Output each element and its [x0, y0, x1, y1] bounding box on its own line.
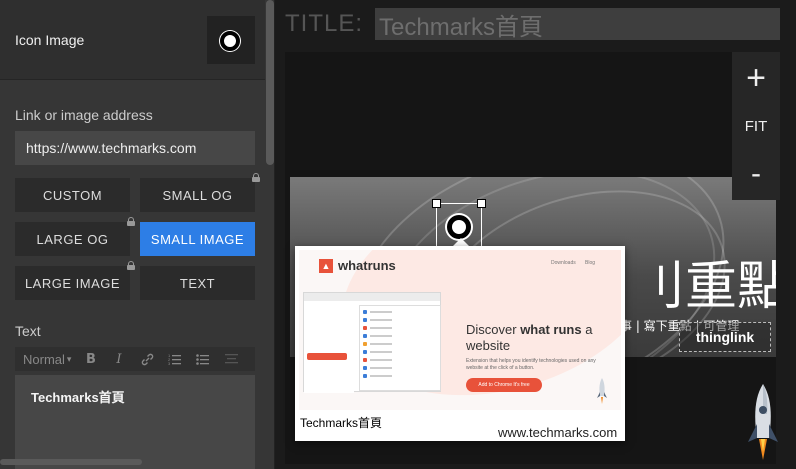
whatruns-logo: ▲ whatruns	[319, 258, 396, 273]
zoom-out-button[interactable]: -	[732, 154, 780, 194]
link-icon[interactable]	[133, 347, 161, 371]
large-og-button[interactable]: LARGE OG	[15, 222, 130, 256]
format-value: Normal	[23, 351, 65, 367]
rocket-icon[interactable]	[748, 384, 778, 462]
zoom-in-button[interactable]: +	[732, 56, 780, 100]
preview-browser-window: ​​	[303, 292, 441, 393]
settings-panel: Icon Image Link or image address CUSTOM …	[0, 0, 275, 469]
preview-heading: Discover what runs a website	[466, 322, 593, 353]
add-to-chrome-button: Add to Chrome It's free	[466, 378, 542, 392]
lock-icon	[252, 173, 260, 182]
zoom-controls: + FIT -	[732, 52, 780, 200]
resize-handle[interactable]	[477, 199, 486, 208]
icon-image-preview[interactable]	[207, 16, 255, 64]
tag-popup[interactable]: ▲ whatruns Downloads Blog ​​	[295, 246, 625, 441]
format-select[interactable]: Normal ▾	[15, 352, 77, 367]
thinglink-badge[interactable]: thinglink	[679, 322, 771, 352]
svg-text:3: 3	[168, 361, 171, 366]
large-image-button[interactable]: LARGE IMAGE	[15, 266, 130, 300]
ordered-list-icon[interactable]: 123	[161, 347, 189, 371]
thinglink-badge-text: thinglink	[695, 329, 755, 345]
link-preview-image[interactable]: ▲ whatruns Downloads Blog ​​	[299, 250, 621, 410]
resize-handle[interactable]	[432, 199, 441, 208]
preview-nav-blog: Blog	[585, 260, 596, 266]
small-image-button[interactable]: SMALL IMAGE	[140, 222, 255, 256]
title-input[interactable]	[375, 8, 780, 40]
zoom-fit-button[interactable]: FIT	[732, 114, 780, 138]
custom-button[interactable]: CUSTOM	[15, 178, 130, 212]
bullet-list-icon[interactable]	[189, 347, 217, 371]
icon-image-row[interactable]: Icon Image	[0, 0, 265, 80]
tag-icon[interactable]	[447, 215, 471, 239]
text-editor[interactable]: Techmarks首頁	[15, 375, 255, 469]
whatruns-brand: whatruns	[338, 258, 396, 273]
title-label: TITLE:	[285, 10, 364, 37]
icon-image-label: Icon Image	[15, 32, 85, 48]
preview-nav-downloads: Downloads	[551, 260, 576, 266]
text-button[interactable]: TEXT	[140, 266, 255, 300]
vertical-scrollbar[interactable]	[266, 0, 274, 165]
small-og-button[interactable]: SMALL OG	[140, 178, 255, 212]
text-content: Techmarks首頁	[31, 390, 125, 405]
text-label: Text	[15, 323, 41, 339]
canvas-headline: 刂重點	[633, 257, 776, 317]
whatruns-logo-icon: ▲	[319, 258, 333, 273]
lock-icon	[127, 217, 135, 226]
popup-url[interactable]: www.techmarks.com	[498, 425, 617, 440]
text-toolbar: Normal ▾ B I 123	[15, 347, 255, 371]
chevron-down-icon: ▾	[66, 353, 72, 364]
bold-icon[interactable]: B	[77, 347, 105, 371]
popup-title: Techmarks首頁	[300, 416, 383, 430]
horizontal-scrollbar[interactable]	[0, 459, 142, 465]
link-label: Link or image address	[15, 107, 153, 123]
tag-dot-icon	[220, 31, 240, 51]
rocket-icon	[597, 378, 607, 404]
preview-description: Extension that helps you identify techno…	[466, 358, 596, 371]
align-icon[interactable]	[217, 347, 245, 371]
lock-icon	[127, 261, 135, 270]
link-input[interactable]	[15, 131, 255, 165]
italic-icon[interactable]: I	[105, 347, 133, 371]
